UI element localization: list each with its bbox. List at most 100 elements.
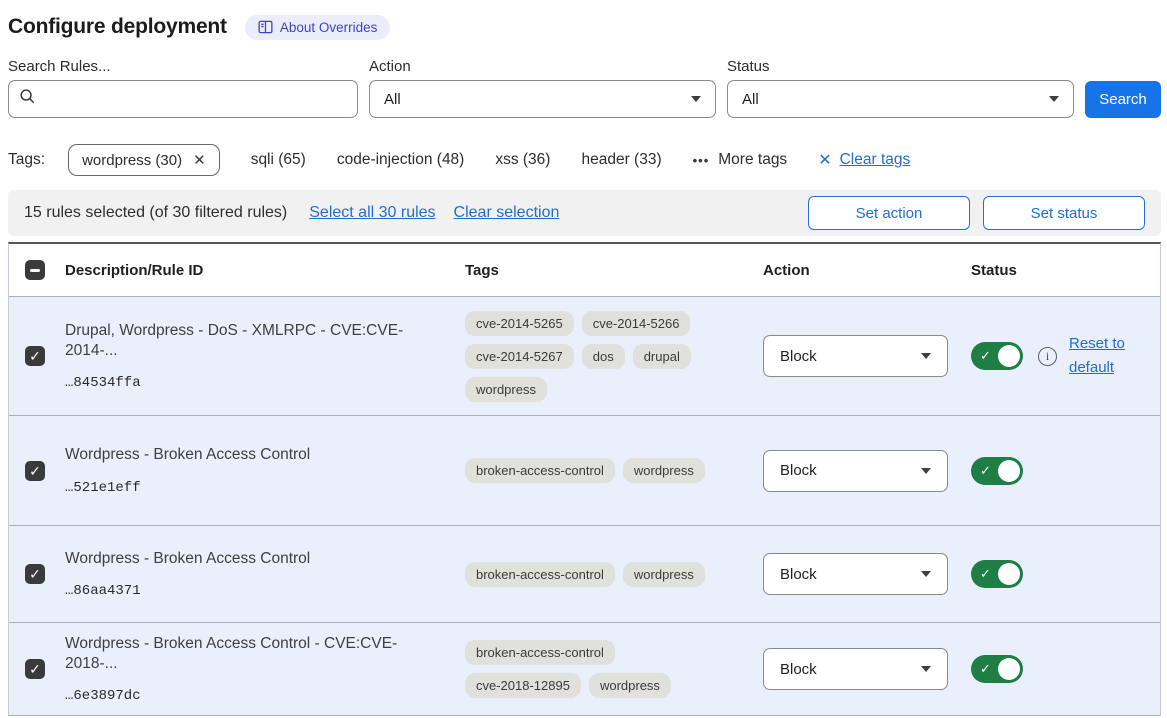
search-rules-input[interactable]: [44, 91, 347, 108]
description-cell: Drupal, Wordpress - DoS - XMLRPC - CVE:C…: [65, 321, 465, 391]
chevron-down-icon: [921, 353, 931, 359]
chevron-down-icon: [921, 666, 931, 672]
toggle-knob: [998, 658, 1020, 680]
more-tags-button[interactable]: ••• More tags: [693, 151, 788, 169]
chevron-down-icon: [691, 96, 701, 102]
clear-tags-label: Clear tags: [840, 151, 911, 169]
check-icon: ✓: [980, 661, 991, 677]
status-filter-label: Status: [727, 58, 1074, 75]
remove-tag-icon[interactable]: ✕: [193, 151, 206, 169]
about-overrides-badge[interactable]: About Overrides: [245, 15, 391, 40]
table-body: Drupal, Wordpress - DoS - XMLRPC - CVE:C…: [9, 297, 1160, 715]
row-checkbox[interactable]: [25, 461, 45, 481]
table-row: Wordpress - Broken Access Control - CVE:…: [9, 622, 1160, 715]
status-toggle-on[interactable]: ✓: [971, 655, 1023, 683]
row-checkbox[interactable]: [25, 564, 45, 584]
rule-action-select[interactable]: Block: [763, 553, 948, 595]
action-filter-value: All: [384, 91, 401, 108]
rule-description: Drupal, Wordpress - DoS - XMLRPC - CVE:C…: [65, 321, 445, 361]
rule-id: …6e3897dc: [65, 688, 445, 704]
chevron-down-icon: [921, 468, 931, 474]
rule-description: Wordpress - Broken Access Control: [65, 549, 445, 569]
status-cell: ✓ i Reset to default: [971, 332, 1160, 380]
column-header-description: Description/Rule ID: [65, 262, 465, 279]
rule-id: …86aa4371: [65, 583, 445, 599]
clear-tags-x-icon: ✕: [818, 150, 831, 170]
status-cell: ✓: [971, 655, 1160, 683]
action-cell: Block: [763, 450, 971, 492]
table-row: Wordpress - Broken Access Control …86aa4…: [9, 525, 1160, 622]
action-filter-select[interactable]: All: [369, 80, 716, 118]
status-filter-select[interactable]: All: [727, 80, 1074, 118]
active-tag-wordpress[interactable]: wordpress (30) ✕: [68, 144, 220, 176]
tag-option-code-injection[interactable]: code-injection (48): [337, 151, 465, 169]
check-icon: ✓: [980, 348, 991, 364]
row-checkbox[interactable]: [25, 346, 45, 366]
tags-cell: broken-access-control wordpress: [465, 562, 733, 587]
action-cell: Block: [763, 648, 971, 690]
tag-pill: drupal: [633, 344, 691, 369]
more-tags-label: More tags: [718, 151, 787, 169]
rule-action-value: Block: [780, 566, 817, 583]
tags-cell: cve-2014-5265cve-2014-5266cve-2014-5267d…: [465, 311, 733, 402]
status-cell: ✓: [971, 560, 1160, 588]
selection-bar: 15 rules selected (of 30 filtered rules)…: [8, 190, 1161, 236]
rule-action-select[interactable]: Block: [763, 450, 948, 492]
table-row: Drupal, Wordpress - DoS - XMLRPC - CVE:C…: [9, 297, 1160, 415]
tag-option-xss[interactable]: xss (36): [495, 151, 550, 169]
table-row: Wordpress - Broken Access Control …521e1…: [9, 415, 1160, 525]
search-button[interactable]: Search: [1085, 81, 1161, 118]
description-cell: Wordpress - Broken Access Control - CVE:…: [65, 634, 465, 704]
column-header-tags: Tags: [465, 262, 763, 279]
action-filter-field: Action All: [369, 58, 716, 118]
tag-pill: wordpress: [623, 562, 705, 587]
description-cell: Wordpress - Broken Access Control …86aa4…: [65, 549, 465, 599]
rule-action-select[interactable]: Block: [763, 335, 948, 377]
chevron-down-icon: [1049, 96, 1059, 102]
status-toggle-on[interactable]: ✓: [971, 457, 1023, 485]
rule-action-select[interactable]: Block: [763, 648, 948, 690]
rule-description: Wordpress - Broken Access Control - CVE:…: [65, 634, 445, 674]
tags-cell: broken-access-controlwordpress: [465, 458, 733, 483]
clear-selection-link[interactable]: Clear selection: [454, 204, 560, 222]
action-filter-label: Action: [369, 58, 716, 75]
search-field: Search Rules...: [8, 58, 358, 118]
status-cell: ✓: [971, 457, 1160, 485]
tags-bar: Tags: wordpress (30) ✕ sqli (65) code-in…: [8, 142, 1161, 178]
status-toggle-on[interactable]: ✓: [971, 342, 1023, 370]
selection-summary: 15 rules selected (of 30 filtered rules): [24, 204, 287, 222]
set-action-button[interactable]: Set action: [808, 196, 970, 230]
status-toggle-on[interactable]: ✓: [971, 560, 1023, 588]
page-title: Configure deployment: [8, 15, 227, 39]
configure-deployment-page: Configure deployment About Overrides Sea…: [0, 0, 1167, 716]
tag-pill: broken-access-control: [465, 562, 615, 587]
tag-pill: wordpress: [465, 377, 547, 402]
status-filter-field: Status All: [727, 58, 1074, 118]
search-rules-label: Search Rules...: [8, 58, 358, 75]
tag-option-header[interactable]: header (33): [581, 151, 661, 169]
rules-table: Description/Rule ID Tags Action Status D…: [8, 242, 1161, 716]
search-rules-box[interactable]: [8, 80, 358, 118]
tag-pill: dos: [582, 344, 625, 369]
action-cell: Block: [763, 553, 971, 595]
status-filter-value: All: [742, 91, 759, 108]
tags-cell: broken-access-controlcve-2018-12895wordp…: [465, 640, 733, 698]
rule-id: …521e1eff: [65, 480, 445, 496]
reset-to-default-link[interactable]: Reset to default: [1069, 332, 1135, 380]
action-cell: Block: [763, 335, 971, 377]
column-header-action: Action: [763, 262, 971, 279]
tag-pill: wordpress: [589, 673, 671, 698]
select-all-checkbox[interactable]: [25, 260, 45, 280]
title-row: Configure deployment About Overrides: [8, 10, 1161, 44]
column-header-status: Status: [971, 262, 1160, 279]
row-checkbox[interactable]: [25, 659, 45, 679]
info-icon[interactable]: i: [1038, 347, 1057, 366]
tag-option-sqli[interactable]: sqli (65): [251, 151, 306, 169]
active-tag-label: wordpress (30): [82, 152, 182, 169]
select-all-rules-link[interactable]: Select all 30 rules: [309, 204, 435, 222]
rule-action-value: Block: [780, 348, 817, 365]
clear-tags-button[interactable]: ✕ Clear tags: [818, 150, 910, 170]
about-overrides-label: About Overrides: [280, 20, 378, 35]
rule-action-value: Block: [780, 661, 817, 678]
set-status-button[interactable]: Set status: [983, 196, 1145, 230]
